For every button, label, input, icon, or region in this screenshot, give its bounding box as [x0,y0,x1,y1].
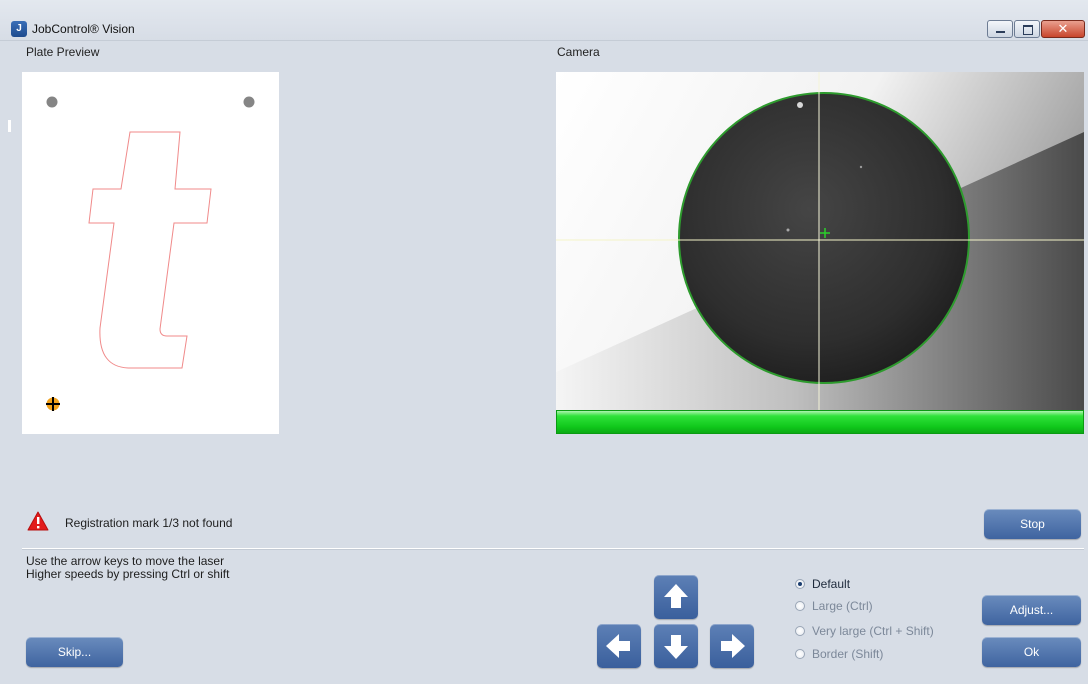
radio-label: Very large (Ctrl + Shift) [812,624,934,638]
radio-label: Default [812,577,851,591]
registration-mark-top-left [46,96,58,108]
radio-button[interactable] [795,579,805,589]
skip-button[interactable]: Skip... [26,637,123,667]
camera-view [556,72,1084,410]
edge-marker [8,120,11,132]
arrow-left-icon [606,634,630,658]
minimize-button[interactable] [987,20,1013,38]
radio-button[interactable] [795,601,805,611]
divider [22,548,1084,549]
adjust-button[interactable]: Adjust... [982,595,1081,625]
camera-target-ball [678,92,970,384]
plate-preview [22,72,279,434]
radio-label: Large (Ctrl) [812,599,873,613]
radio-label: Border (Shift) [812,647,884,661]
move-left-button[interactable] [597,624,641,668]
hint-line-2: Higher speeds by pressing Ctrl or shift [26,567,230,581]
ok-button[interactable]: Ok [982,637,1081,667]
stop-button[interactable]: Stop [984,509,1081,539]
plate-preview-label: Plate Preview [26,45,100,59]
radio-button[interactable] [795,649,805,659]
radio-button[interactable] [795,626,805,636]
window-title: JobControl® Vision [32,22,135,36]
arrow-down-icon [664,635,688,659]
arrow-up-icon [664,584,688,608]
warning-icon [27,511,49,531]
app-icon: J [11,21,27,37]
camera-label: Camera [557,45,600,59]
letter-t-outline [88,131,212,369]
camera-status-bar [556,410,1084,434]
arrow-right-icon [721,634,745,658]
registration-mark-top-right [243,96,255,108]
move-up-button[interactable] [654,575,698,619]
close-icon: ✕ [1057,21,1069,36]
title-bar: J JobControl® Vision ✕ [0,0,1088,41]
status-message: Registration mark 1/3 not found [65,516,233,530]
close-button[interactable]: ✕ [1041,20,1085,38]
move-down-button[interactable] [654,624,698,668]
registration-mark-crosshair [46,397,60,411]
maximize-button[interactable] [1014,20,1040,38]
move-right-button[interactable] [710,624,754,668]
